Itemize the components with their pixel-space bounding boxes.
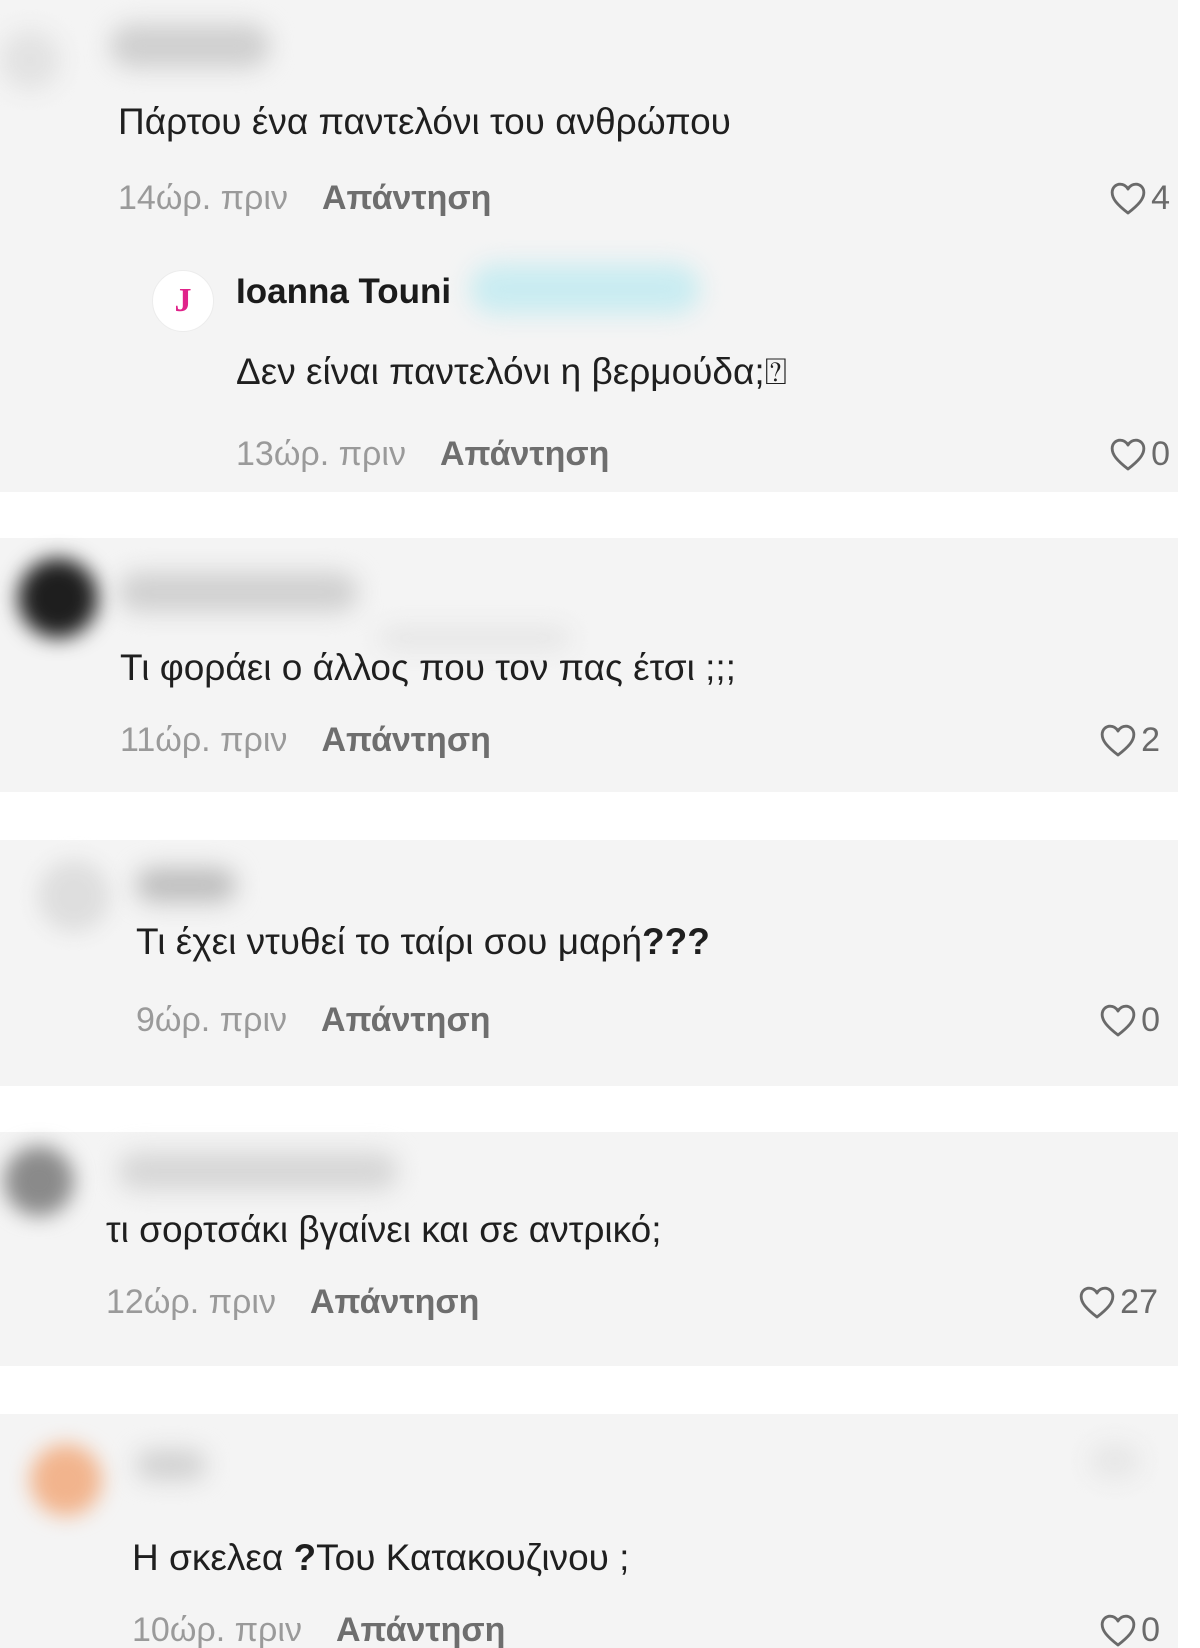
comment-card: τι σορτσάκι βγαίνει και σε αντρικό; 12ώρ… [0,1132,1178,1366]
reply-button[interactable]: Απάντηση [322,178,491,218]
comment-time: 11ώρ. πριν [120,721,288,759]
comment-time: 9ώρ. πριν [136,1001,288,1039]
heart-outline-icon [1100,724,1136,757]
comments-screenshot: Πάρτου ένα παντελόνι του ανθρώπου 14ώρ. … [0,0,1200,1648]
comment-card: Η σκελεα ?Του Κατακουζινου ; 10ώρ. πριν … [0,1414,1178,1648]
comment-text: τι σορτσάκι βγαίνει και σε αντρικό; [106,1209,662,1250]
blurred-avatar-edge [380,628,570,648]
comment-time: 14ώρ. πριν [118,179,288,217]
like-count: 0 [1141,1611,1160,1648]
comment-text-plain: Τι έχει ντυθεί το ταίρι σου μαρή [136,921,643,962]
like-button[interactable]: 27 [1078,1282,1158,1322]
like-count: 27 [1120,1283,1158,1321]
reply-text: Δεν είναι παντελόνι η βερμούδα;⍰ [236,351,787,392]
avatar-letter: J [174,282,192,319]
comment-meta: 14ώρ. πριν Απάντηση [118,178,491,218]
blurred-username [136,1450,206,1480]
blurred-username [110,24,270,68]
blurred-avatar [38,860,110,932]
reply-button[interactable]: Απάντηση [321,720,490,760]
avatar[interactable]: J [152,270,214,332]
blurred-avatar [18,558,98,638]
blurred-avatar [30,1444,102,1516]
comment-text: Η σκελεα ?Του Κατακουζινου ; [132,1536,629,1580]
heart-outline-icon [1110,182,1146,215]
comment-text: Τι φοράει ο άλλος που τον πας έτσι ;;; [120,647,736,688]
reply-button[interactable]: Απάντηση [440,434,609,474]
comment-meta: 9ώρ. πριν Απάντηση [136,1000,490,1040]
blurred-avatar-edge [0,30,60,90]
heart-outline-icon [1079,1286,1115,1319]
comment-card: Τι έχει ντυθεί το ταίρι σου μαρή??? 9ώρ.… [0,840,1178,1086]
reply-username[interactable]: Ioanna Touni [236,272,451,312]
comment-text-bold: ? [293,1537,317,1578]
reply-time: 13ώρ. πριν [236,435,406,473]
comment-meta: 12ώρ. πριν Απάντηση [106,1282,479,1322]
heart-outline-icon [1100,1004,1136,1037]
like-count: 0 [1141,1001,1160,1039]
comment-meta: 10ώρ. πριν Απάντηση [132,1610,505,1648]
comment-text-a: Η σκελεα [132,1537,294,1578]
comment-card: Πάρτου ένα παντελόνι του ανθρώπου 14ώρ. … [0,0,1178,492]
blurred-avatar-edge [1090,1444,1140,1478]
heart-outline-icon [1100,1614,1136,1647]
reply-button[interactable]: Απάντηση [321,1000,490,1040]
blurred-username [118,572,358,612]
blurred-username-suffix [470,264,700,314]
comment-text-bold: ??? [642,921,710,962]
comment-time: 10ώρ. πριν [132,1611,302,1648]
like-count: 0 [1151,435,1170,473]
blurred-username [118,1152,398,1190]
like-button[interactable]: 0 [1099,1000,1160,1040]
like-button[interactable]: 2 [1099,720,1160,760]
comment-text-b: Του Κατακουζινου ; [316,1537,630,1578]
comment-meta: 11ώρ. πριν Απάντηση [120,720,491,760]
reply-button[interactable]: Απάντηση [310,1282,479,1322]
reply-button[interactable]: Απάντηση [336,1610,505,1648]
comment-text: Πάρτου ένα παντελόνι του ανθρώπου [118,101,731,142]
comment-time: 12ώρ. πριν [106,1283,276,1321]
like-button[interactable]: 0 [1109,434,1170,474]
like-button[interactable]: 4 [1109,178,1170,218]
heart-outline-icon [1110,438,1146,471]
like-button[interactable]: 0 [1099,1610,1160,1648]
like-count: 4 [1151,179,1170,217]
reply-meta: 13ώρ. πριν Απάντηση [236,434,609,474]
blurred-avatar [4,1146,74,1216]
comment-text: Τι έχει ντυθεί το ταίρι σου μαρή??? [136,920,710,964]
like-count: 2 [1141,721,1160,759]
blurred-username [136,868,236,902]
comment-card: Τι φοράει ο άλλος που τον πας έτσι ;;; 1… [0,538,1178,792]
